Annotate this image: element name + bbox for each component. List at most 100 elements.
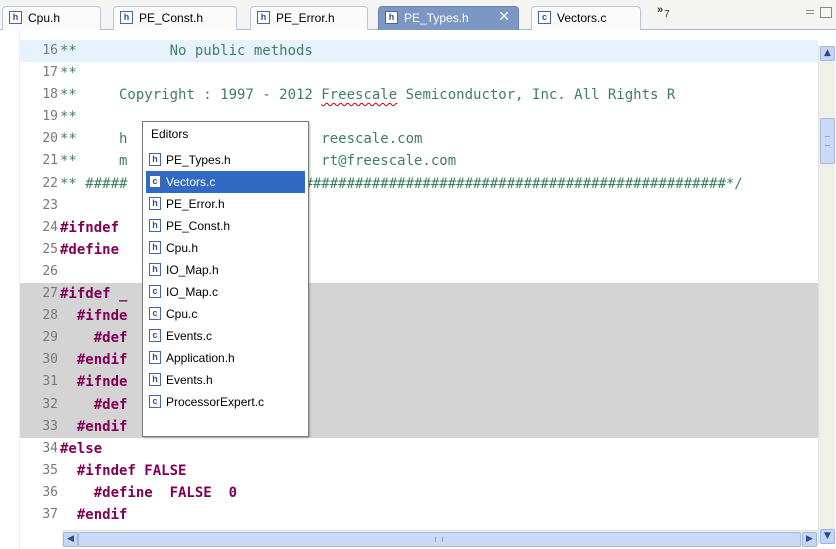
editor-list-item-label: Vectors.c	[166, 175, 216, 189]
code-line[interactable]: 20 ** h reescale.com	[20, 128, 818, 150]
code-line[interactable]: 35 #ifndef FALSE	[20, 460, 818, 482]
editor-list-item[interactable]: h PE_Types.h	[146, 149, 305, 171]
line-text: #ifdef _	[60, 286, 128, 303]
editor-list-item[interactable]: c Events.c	[146, 325, 305, 347]
line-text: #def	[60, 396, 128, 413]
line-number: 26	[42, 263, 58, 279]
vertical-scrollbar[interactable]: ▲ ▼	[818, 46, 835, 544]
line-text: **	[60, 109, 77, 126]
tab-pe-types-h[interactable]: h PE_Types.h ✕	[378, 6, 519, 30]
line-number: 25	[42, 241, 58, 257]
line-number: 37	[42, 506, 58, 522]
code-line[interactable]: 29 #def	[20, 327, 818, 350]
chevron-double-right-icon: »	[657, 4, 664, 16]
h-file-icon: h	[385, 11, 398, 24]
close-icon[interactable]: ✕	[498, 9, 510, 25]
code-line[interactable]: 32 #def	[20, 393, 818, 416]
editor-list-item-selected[interactable]: c Vectors.c	[146, 171, 305, 193]
code-line[interactable]: 37 #endif	[20, 504, 818, 526]
line-text: **	[60, 65, 77, 82]
h-file-icon: h	[149, 197, 161, 210]
c-file-icon: c	[149, 395, 161, 408]
h-file-icon: h	[149, 219, 161, 232]
maximize-icon[interactable]	[820, 7, 832, 18]
line-text: #ifnde	[60, 308, 128, 325]
editors-popup[interactable]: Editors h PE_Types.h c Vectors.c h PE_Error…	[142, 121, 309, 437]
line-number: 35	[42, 462, 58, 478]
code-line[interactable]: 27 #ifdef _	[20, 283, 818, 306]
tab-label: Vectors.c	[557, 11, 607, 25]
code-line[interactable]: 33 #endif	[20, 415, 818, 438]
editor-list-item[interactable]: h PE_Const.h	[146, 215, 305, 237]
editor-list-item[interactable]: h Cpu.h	[146, 237, 305, 259]
code-line[interactable]: 16 ** No public methods	[20, 40, 818, 63]
editor-list-item-label: PE_Const.h	[166, 219, 231, 233]
c-file-icon: c	[149, 175, 161, 188]
line-text: #ifndef	[60, 219, 120, 236]
code-line[interactable]: 24 #ifndef	[20, 217, 818, 239]
editor-list-item[interactable]: h PE_Error.h	[146, 193, 305, 215]
code-line[interactable]: 23	[20, 195, 818, 217]
tab-cpu-h[interactable]: h Cpu.h	[2, 6, 101, 30]
editor-list-item[interactable]: c IO_Map.c	[146, 281, 305, 303]
editor-list-item-label: IO_Map.h	[166, 263, 219, 277]
editor-list-item-label: PE_Error.h	[166, 197, 225, 211]
line-text: #ifndef FALSE	[60, 462, 187, 479]
spelling-squiggle: Freescale	[321, 87, 398, 104]
code-area[interactable]: 16 ** No public methods 17 ** 18 ** Copyrig…	[20, 40, 818, 526]
line-number: 23	[42, 197, 58, 213]
editor-list-item-label: PE_Types.h	[166, 153, 231, 167]
line-number: 20	[42, 131, 58, 147]
editor-list-item-label: ProcessorExpert.c	[166, 395, 265, 409]
editor-list-item[interactable]: c Cpu.c	[146, 303, 305, 325]
tab-overflow-button[interactable]: »7	[657, 4, 670, 20]
code-line[interactable]: 17 **	[20, 62, 818, 84]
minimize-icon[interactable]	[806, 10, 814, 14]
code-line[interactable]: 34 #else	[20, 438, 818, 460]
code-line[interactable]: 26	[20, 261, 818, 283]
tab-pe-error-h[interactable]: h PE_Error.h	[250, 6, 368, 30]
line-number: 31	[42, 374, 58, 390]
code-line[interactable]: 31 #ifnde	[20, 371, 818, 394]
line-number: 30	[42, 352, 58, 368]
line-number: 16	[42, 43, 58, 58]
vertical-scroll-thumb[interactable]	[820, 118, 835, 164]
code-line[interactable]: 28 #ifnde	[20, 305, 818, 328]
c-file-icon: c	[149, 285, 161, 298]
code-line[interactable]: 18 ** Copyright : 1997 - 2012 Freescale S…	[20, 84, 818, 106]
horizontal-scroll-thumb[interactable]	[78, 532, 801, 547]
tab-vectors-c[interactable]: c Vectors.c	[531, 6, 641, 30]
editor-list[interactable]: h PE_Types.h c Vectors.c h PE_Error.h h PE_C…	[146, 149, 305, 413]
code-line[interactable]: 21 ** m rt@freescale.com	[20, 150, 818, 172]
line-text: ** No public methods	[60, 43, 313, 59]
scroll-down-icon[interactable]: ▼	[820, 529, 835, 544]
tab-label: PE_Const.h	[139, 11, 204, 25]
editor-list-item-label: Events.h	[166, 373, 213, 387]
editor-list-item[interactable]: c ProcessorExpert.c	[146, 391, 305, 413]
line-number: 34	[42, 440, 58, 456]
window-controls	[806, 4, 832, 20]
code-line[interactable]: 30 #endif	[20, 349, 818, 372]
code-line[interactable]: 36 #define FALSE 0	[20, 482, 818, 504]
line-text: #define	[60, 241, 120, 258]
code-line[interactable]: 25 #define	[20, 239, 818, 261]
line-number: 36	[42, 484, 58, 500]
editor-list-item[interactable]: h Application.h	[146, 347, 305, 369]
h-file-icon: h	[257, 11, 270, 24]
horizontal-scrollbar[interactable]: ◀ ▶	[62, 530, 818, 547]
c-file-icon: c	[538, 11, 551, 24]
tab-pe-const-h[interactable]: h PE_Const.h	[113, 6, 237, 30]
code-editor[interactable]: 16 ** No public methods 17 ** 18 ** Copyrig…	[0, 30, 836, 549]
scroll-up-icon[interactable]: ▲	[820, 46, 835, 61]
scroll-right-icon[interactable]: ▶	[802, 532, 817, 547]
line-number: 19	[42, 109, 58, 125]
scroll-left-icon[interactable]: ◀	[63, 532, 78, 547]
line-number: 29	[42, 330, 58, 346]
code-line[interactable]: 22 ** ##### #############################…	[20, 173, 818, 195]
line-text: #def	[60, 330, 128, 347]
h-file-icon: h	[149, 263, 161, 276]
code-line[interactable]: 19 **	[20, 106, 818, 128]
h-file-icon: h	[120, 11, 133, 24]
editor-list-item[interactable]: h Events.h	[146, 369, 305, 391]
editor-list-item[interactable]: h IO_Map.h	[146, 259, 305, 281]
